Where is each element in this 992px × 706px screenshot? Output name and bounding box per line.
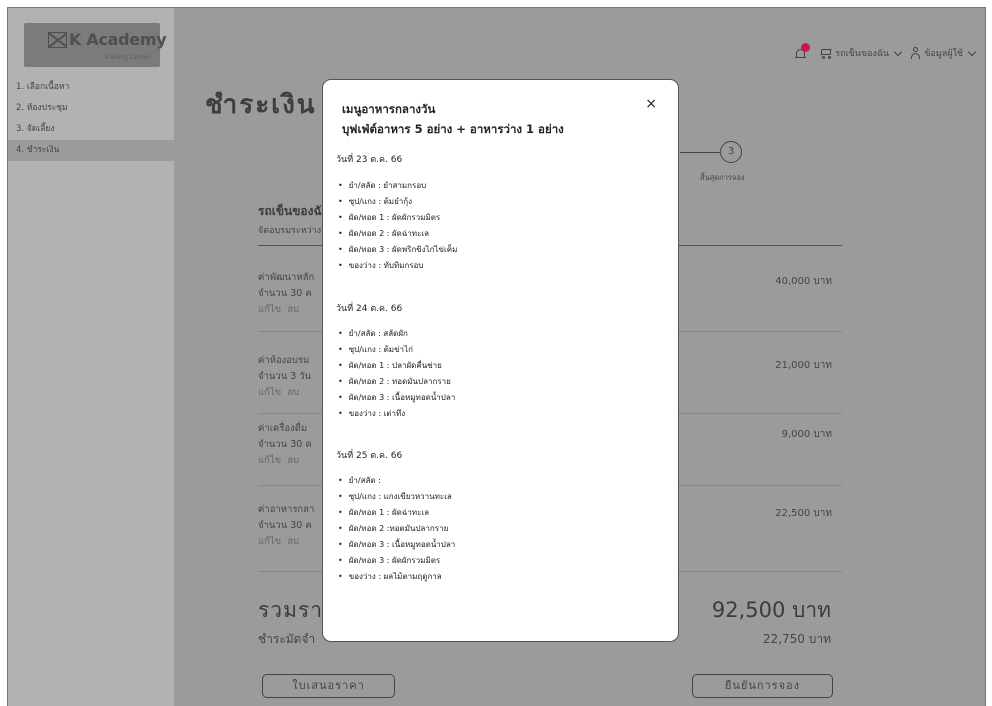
menu-item: ผัด/ทอด 3 : ผัดผักรวมมิตร (338, 553, 455, 569)
remove-link[interactable]: ลบ (287, 387, 299, 398)
cart-item-quantity: จำนวน 30 ค (258, 439, 312, 450)
menu-item: ยำ/สลัด : (338, 473, 455, 489)
quote-button[interactable]: ใบเสนอราคา (262, 674, 395, 698)
cart-item: ค่าพัฒนาหลัก จำนวน 30 ค แก้ไข ลบ (258, 270, 314, 318)
cart-item-quantity: จำนวน 3 วัน (258, 371, 312, 382)
cart-label[interactable]: รถเข็นของฉัน (835, 46, 889, 60)
menu-item: ผัด/ทอด 3 : ผัดพริกขิงไก่ไข่เค็ม (338, 242, 458, 258)
menu-item: ผัด/ทอด 2 :ทอดมันปลากราย (338, 521, 455, 537)
sidebar-item-catering[interactable]: 3. จัดเลี้ยง (8, 119, 174, 140)
remove-link[interactable]: ลบ (287, 536, 299, 547)
cart-item: ค่าอาหารกลา จำนวน 30 ค แก้ไข ลบ (258, 502, 314, 550)
logo-tagline: Training Center (104, 54, 150, 61)
cart-item-name: ค่าห้องอบรม (258, 355, 310, 366)
cart-item-price: 22,500 บาท (775, 508, 832, 519)
deposit-label: ชำระมัดจำ (258, 632, 316, 646)
menu-day-date: วันที่ 23 ต.ค. 66 (336, 155, 403, 165)
menu-item: ผัด/ทอด 2 : ผัดฉ่าทะเล (338, 226, 457, 242)
modal-title: เมนูอาหารกลางวัน บุฟเฟ่ต์อาหาร 5 อย่าง +… (342, 99, 564, 139)
cart-item-name: ค่าอาหารกลา (258, 504, 315, 515)
user-icon[interactable] (911, 47, 921, 59)
menu-item: ผัด/ทอด 1 : ผัดฉ่าทะเล (338, 505, 455, 521)
logo[interactable]: K Academy Training Center (24, 23, 167, 67)
menu-item: ซุป/แกง : ต้มยำกุ้ง (338, 194, 457, 210)
total-value: 92,500 บาท (711, 598, 831, 622)
remove-link[interactable]: ลบ (287, 304, 299, 315)
menu-day-date: วันที่ 25 ต.ค. 66 (336, 451, 403, 461)
menu-item: ของว่าง : ทับทิมกรอบ (338, 258, 457, 274)
menu-item: ผัด/ทอด 1 : ผัดผักรวมมิตร (338, 210, 457, 226)
menu-item: ของว่าง : เต่าทึง (338, 406, 455, 422)
cart-item-name: ค่าเครื่องดื่ม (258, 423, 308, 434)
edit-link[interactable]: แก้ไข (258, 304, 281, 315)
sidebar-item-meeting-room[interactable]: 2. ห้องประชุม (8, 98, 174, 119)
page-title: ชำระเงิน (205, 90, 317, 120)
menu-item: ซุป/แกง : ต้มข่าไก่ (338, 342, 455, 358)
modal-title-line2: บุฟเฟ่ต์อาหาร 5 อย่าง + อาหารว่าง 1 อย่า… (342, 122, 564, 136)
lunch-menu-modal: เมนูอาหารกลางวัน บุฟเฟ่ต์อาหาร 5 อย่าง +… (322, 79, 679, 642)
remove-link[interactable]: ลบ (287, 455, 299, 466)
menu-item: ของว่าง : ผลไม้ตามฤดูกาล (338, 569, 455, 585)
cart-section-subtitle: จัดอบรมระหว่าง (258, 226, 322, 236)
stepper-step-3-label: สิ้นสุดการจอง (700, 173, 745, 182)
topbar: รถเข็นของฉัน ข้อมูลผู้ใช้ (795, 43, 985, 60)
edit-link[interactable]: แก้ไข (258, 387, 281, 398)
cart-item-price: 9,000 บาท (781, 429, 832, 440)
sidebar-item-content[interactable]: 1. เลือกเนื้อหา (8, 77, 174, 98)
stepper-connector (680, 152, 720, 153)
cart-item-price: 40,000 บาท (775, 276, 832, 287)
notification-badge (801, 43, 811, 52)
edit-link[interactable]: แก้ไข (258, 455, 281, 466)
user-label[interactable]: ข้อมูลผู้ใช้ (924, 46, 963, 60)
menu-item: ยำ/สลัด : สลัดผัก (338, 326, 455, 342)
cart-item: ค่าเครื่องดื่ม จำนวน 30 ค แก้ไข ลบ (258, 421, 312, 469)
cart-chevron-down-icon[interactable] (893, 47, 903, 56)
cart-item-quantity: จำนวน 30 ค (258, 520, 312, 531)
sidebar-nav: 1. เลือกเนื้อหา 2. ห้องประชุม 3. จัดเลี้… (8, 77, 174, 161)
confirm-booking-button[interactable]: ยืนยันการจอง (692, 674, 833, 698)
menu-day-list: ยำ/สลัด : ยำสามกรอบ ซุป/แกง : ต้มยำกุ้ง … (338, 178, 458, 274)
cart-item-name: ค่าพัฒนาหลัก (258, 272, 315, 283)
cart-item-price: 21,000 บาท (775, 360, 832, 371)
sidebar: K Academy Training Center 1. เลือกเนื้อห… (8, 8, 174, 706)
notification-bell-icon[interactable] (795, 43, 811, 59)
user-chevron-down-icon[interactable] (967, 47, 977, 56)
menu-item: ซุป/แกง : แกงเขียวหวานทะเล (338, 489, 455, 505)
menu-day-date: วันที่ 24 ต.ค. 66 (336, 304, 403, 314)
modal-title-line1: เมนูอาหารกลางวัน (342, 102, 436, 116)
menu-day-list: ยำ/สลัด : สลัดผัก ซุป/แกง : ต้มข่าไก่ ผั… (338, 326, 456, 422)
menu-item: ผัด/ทอด 3 : เนื้อหมูทอดน้ำปลา (338, 390, 456, 406)
menu-item: ผัด/ทอด 2 : ทอดมันปลากราย (338, 374, 455, 390)
stepper-step-3: 3 (720, 141, 742, 163)
cart-item: ค่าห้องอบรม จำนวน 3 วัน แก้ไข ลบ (258, 353, 311, 401)
menu-item: ยำ/สลัด : ยำสามกรอบ (338, 178, 457, 194)
cart-section-title: รถเข็นของฉัน (258, 204, 330, 218)
sidebar-item-payment[interactable]: 4. ชำระเงิน (8, 140, 174, 161)
logo-icon (48, 32, 67, 48)
cart-icon[interactable] (819, 48, 832, 59)
menu-item: ผัด/ทอด 3 : เนื้อหมูทอดน้ำปลา (338, 537, 456, 553)
menu-item: ผัด/ทอด 1 : ปลาผัดคื่นช่าย (338, 358, 455, 374)
cart-item-quantity: จำนวน 30 ค (258, 288, 312, 299)
deposit-value: 22,750 บาท (762, 632, 831, 646)
close-icon[interactable]: × (645, 96, 657, 112)
logo-name: K Academy (69, 30, 167, 49)
menu-day-list: ยำ/สลัด : ซุป/แกง : แกงเขียวหวานทะเล ผัด… (338, 473, 456, 585)
edit-link[interactable]: แก้ไข (258, 536, 281, 547)
